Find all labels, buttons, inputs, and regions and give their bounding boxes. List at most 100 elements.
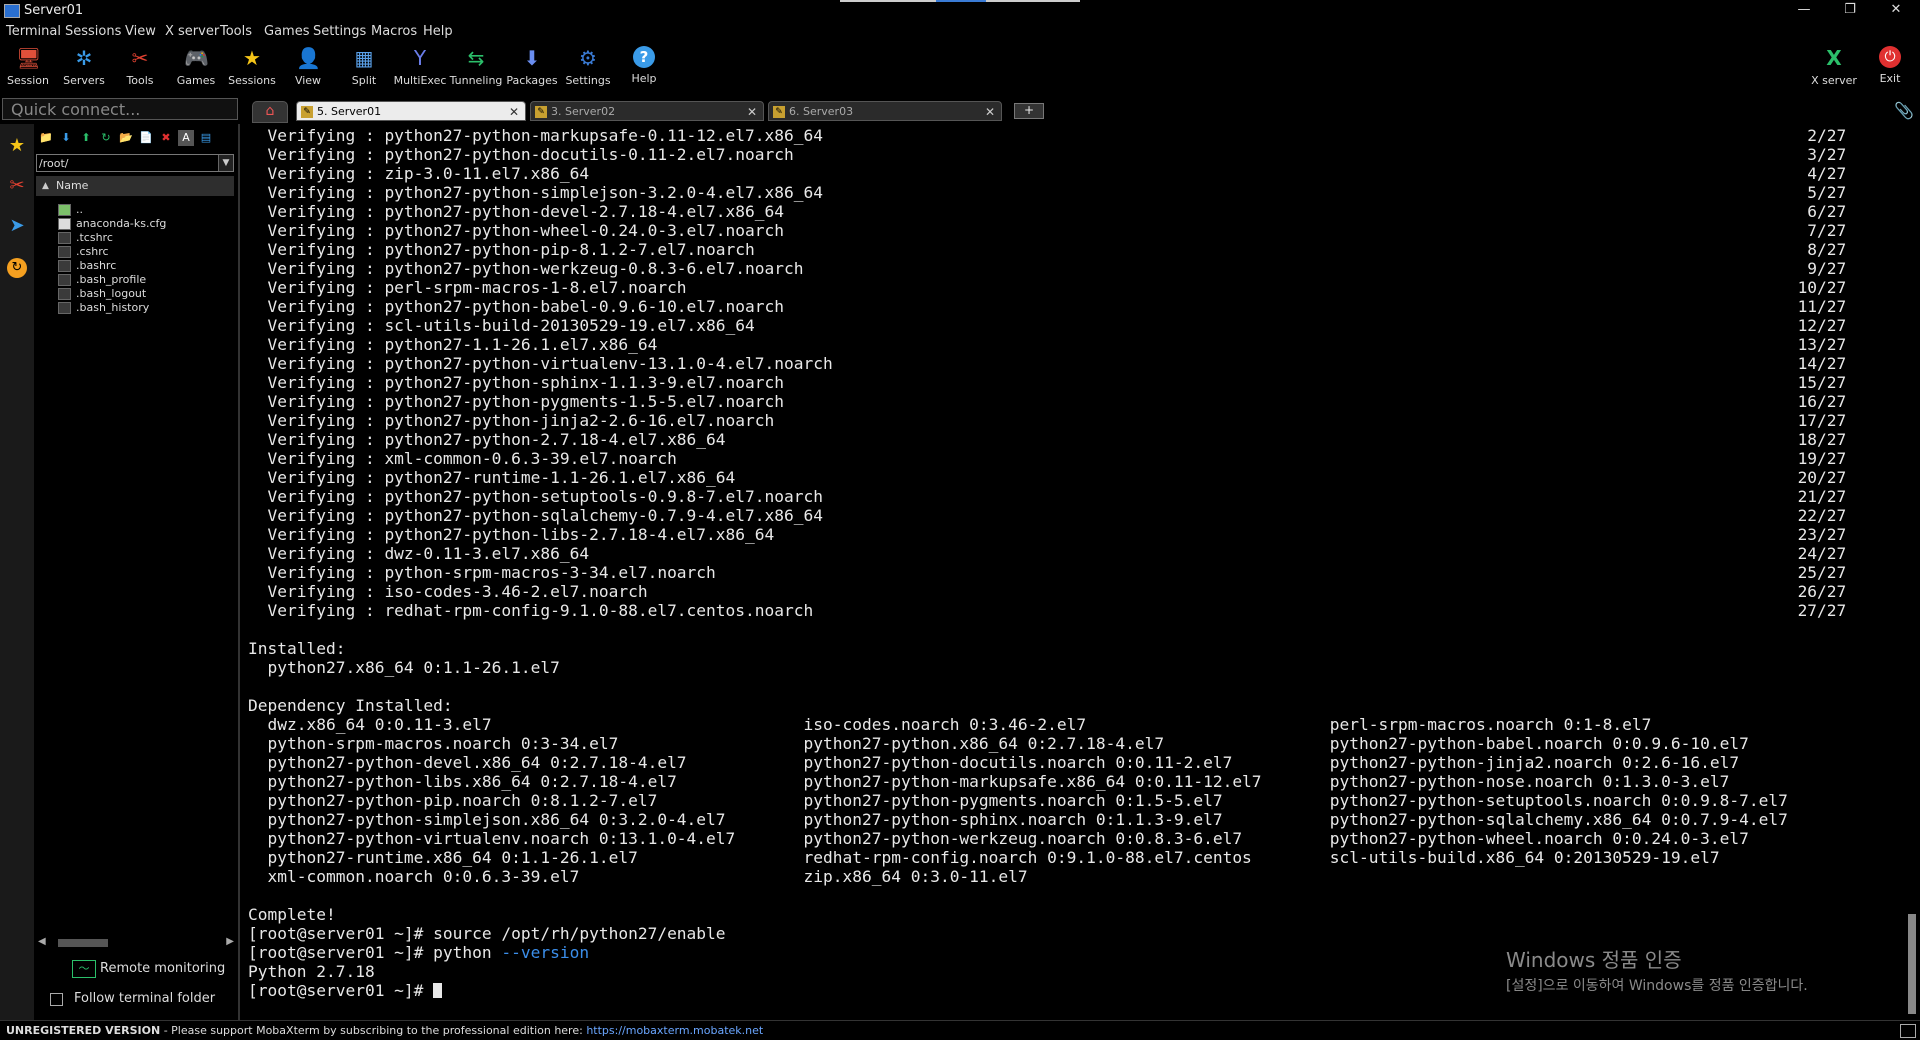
upload-icon[interactable]: ⬆: [78, 130, 94, 146]
tools-button[interactable]: ✂ Tools: [112, 42, 168, 92]
tab-server01[interactable]: ✎ 5. Server01 ✕: [296, 101, 526, 121]
dependency-row: xml-common.noarch 0:0.6.3-39.el7 zip.x86…: [248, 867, 1330, 886]
chevron-down-icon[interactable]: ▼: [218, 155, 233, 171]
window-mode-icon[interactable]: [1900, 1024, 1916, 1038]
verify-line: Verifying : python27-python-docutils-0.1…: [248, 145, 1847, 164]
verify-line: Verifying : python27-python-jinja2-2.6-1…: [248, 411, 1847, 430]
close-tab-icon[interactable]: ✕: [509, 102, 519, 122]
sftp-icon[interactable]: ↻: [7, 258, 27, 278]
close-tab-icon[interactable]: ✕: [985, 102, 995, 122]
menu-terminal[interactable]: Terminal: [6, 24, 61, 39]
help-button[interactable]: ? Help: [616, 42, 672, 92]
flag-text: --version: [501, 943, 590, 962]
file-row[interactable]: .bash_history: [58, 300, 149, 316]
verify-line: Verifying : python27-python-virtualenv-1…: [248, 354, 1847, 373]
checkbox[interactable]: [50, 993, 63, 1006]
verify-line: Verifying : python27-python-babel-0.9.6-…: [248, 297, 1847, 316]
menu-settings[interactable]: Settings: [313, 24, 366, 39]
complete-line: Complete!: [248, 905, 336, 924]
activation-title: Windows 정품 인증: [1506, 948, 1682, 972]
folder-up-icon[interactable]: 📁: [38, 130, 54, 146]
servers-button[interactable]: ✲ Servers: [56, 42, 112, 92]
games-button[interactable]: 🎮 Games: [168, 42, 224, 92]
tunneling-button[interactable]: ⇆ Tunneling: [448, 42, 504, 92]
view-icon: 👤: [296, 46, 321, 70]
scroll-thumb[interactable]: [58, 939, 108, 947]
multiexec-button[interactable]: Y MultiExec: [392, 42, 448, 92]
favorites-star-icon[interactable]: ★: [5, 134, 29, 158]
tab-label: 6. Server03: [789, 105, 854, 118]
menu-help[interactable]: Help: [423, 24, 453, 39]
mobatek-link[interactable]: https://mobaxterm.mobatek.net: [586, 1024, 763, 1037]
close-tab-icon[interactable]: ✕: [747, 102, 757, 122]
tab-label: 3. Server02: [551, 105, 616, 118]
follow-terminal-folder-checkbox[interactable]: Follow terminal folder: [50, 990, 215, 1008]
sessions-button[interactable]: ★ Sessions: [224, 42, 280, 92]
command-line: [root@server01 ~]# python --version: [248, 943, 590, 962]
new-file-icon[interactable]: 📄: [138, 130, 154, 146]
path-input[interactable]: /root/ ▼: [36, 154, 234, 172]
menu-macros[interactable]: Macros: [371, 24, 417, 39]
new-folder-icon[interactable]: 📂: [118, 130, 134, 146]
window-title: Server01: [24, 3, 84, 18]
delete-icon[interactable]: ✖: [158, 130, 174, 146]
output-line: Python 2.7.18: [248, 962, 375, 981]
download-icon[interactable]: ⬇: [58, 130, 74, 146]
menu-view[interactable]: View: [125, 24, 156, 39]
rename-icon[interactable]: A: [178, 130, 194, 146]
minimize-button[interactable]: —: [1784, 0, 1824, 22]
packages-button[interactable]: ⬇ Packages: [504, 42, 560, 92]
new-tab-button[interactable]: +: [1014, 103, 1044, 119]
terminal-tab-icon: ✎: [773, 106, 785, 118]
servers-icon: ✲: [75, 46, 93, 70]
verify-line: Verifying : iso-codes-3.46-2.el7.noarch …: [248, 582, 1847, 601]
dependency-row: python27-runtime.x86_64 0:1.1-26.1.el7 r…: [248, 848, 1720, 867]
verify-line: Verifying : python27-runtime-1.1-26.1.el…: [248, 468, 1847, 487]
scroll-left-icon[interactable]: ◀: [38, 936, 46, 947]
refresh-icon[interactable]: ↻: [98, 130, 114, 146]
verify-line: Verifying : python27-python-sqlalchemy-0…: [248, 506, 1847, 525]
quick-connect-input[interactable]: Quick connect...: [2, 98, 238, 120]
view-button[interactable]: 👤 View: [280, 42, 336, 92]
verify-line: Verifying : python27-python-markupsafe-0…: [248, 126, 1847, 145]
horizontal-scrollbar[interactable]: ◀ ▶: [38, 936, 234, 950]
file-browser: 📁 ⬇ ⬆ ↻ 📂 📄 ✖ A ▤ /root/ ▼ ▲ Name .. ana…: [34, 124, 240, 1020]
games-icon: 🎮: [184, 46, 209, 70]
tunneling-icon: ⇆: [467, 46, 485, 70]
verify-line: Verifying : xml-common-0.6.3-39.el7.noar…: [248, 449, 1847, 468]
menu-tools[interactable]: Tools: [220, 24, 252, 39]
vertical-scrollbar[interactable]: [1904, 124, 1920, 1020]
verify-line: Verifying : python27-python-wheel-0.24.0…: [248, 221, 1847, 240]
tab-server02[interactable]: ✎ 3. Server02 ✕: [530, 101, 764, 121]
file-icon: [58, 260, 71, 272]
xserver-button[interactable]: X X server: [1806, 42, 1862, 92]
split-button[interactable]: ▦ Split: [336, 42, 392, 92]
path-text: /root/: [39, 157, 69, 170]
send-icon[interactable]: ➤: [5, 214, 29, 238]
tab-server03[interactable]: ✎ 6. Server03 ✕: [768, 101, 1002, 121]
tools-rail-icon[interactable]: ✂: [5, 174, 29, 198]
command-line: [root@server01 ~]# source /opt/rh/python…: [248, 924, 726, 943]
menu-games[interactable]: Games: [264, 24, 309, 39]
scroll-thumb[interactable]: [1908, 914, 1916, 1014]
close-window-button[interactable]: ✕: [1876, 0, 1916, 22]
verify-line: Verifying : python27-python-werkzeug-0.8…: [248, 259, 1847, 278]
installed-header: Installed:: [248, 639, 346, 658]
menu-sessions[interactable]: Sessions: [65, 24, 121, 39]
exit-button[interactable]: ⏻ Exit: [1862, 42, 1918, 92]
restore-button[interactable]: ❐: [1830, 0, 1870, 22]
session-button[interactable]: 🖥 Session: [0, 42, 56, 92]
properties-icon[interactable]: ▤: [198, 130, 214, 146]
file-icon: [58, 218, 71, 230]
column-header-name[interactable]: ▲ Name: [36, 176, 234, 196]
home-tab[interactable]: ⌂: [252, 101, 288, 123]
file-icon: [58, 274, 71, 286]
menu-xserver[interactable]: X server: [165, 24, 219, 39]
terminal-view[interactable]: Verifying : python27-python-markupsafe-0…: [240, 124, 1900, 1020]
status-bar: UNREGISTERED VERSION - Please support Mo…: [0, 1020, 1920, 1040]
attach-icon[interactable]: 📎: [1894, 101, 1914, 120]
scroll-right-icon[interactable]: ▶: [226, 936, 234, 947]
packages-icon: ⬇: [523, 46, 541, 70]
settings-button[interactable]: ⚙ Settings: [560, 42, 616, 92]
remote-monitoring-button[interactable]: 〜 Remote monitoring: [64, 958, 234, 980]
